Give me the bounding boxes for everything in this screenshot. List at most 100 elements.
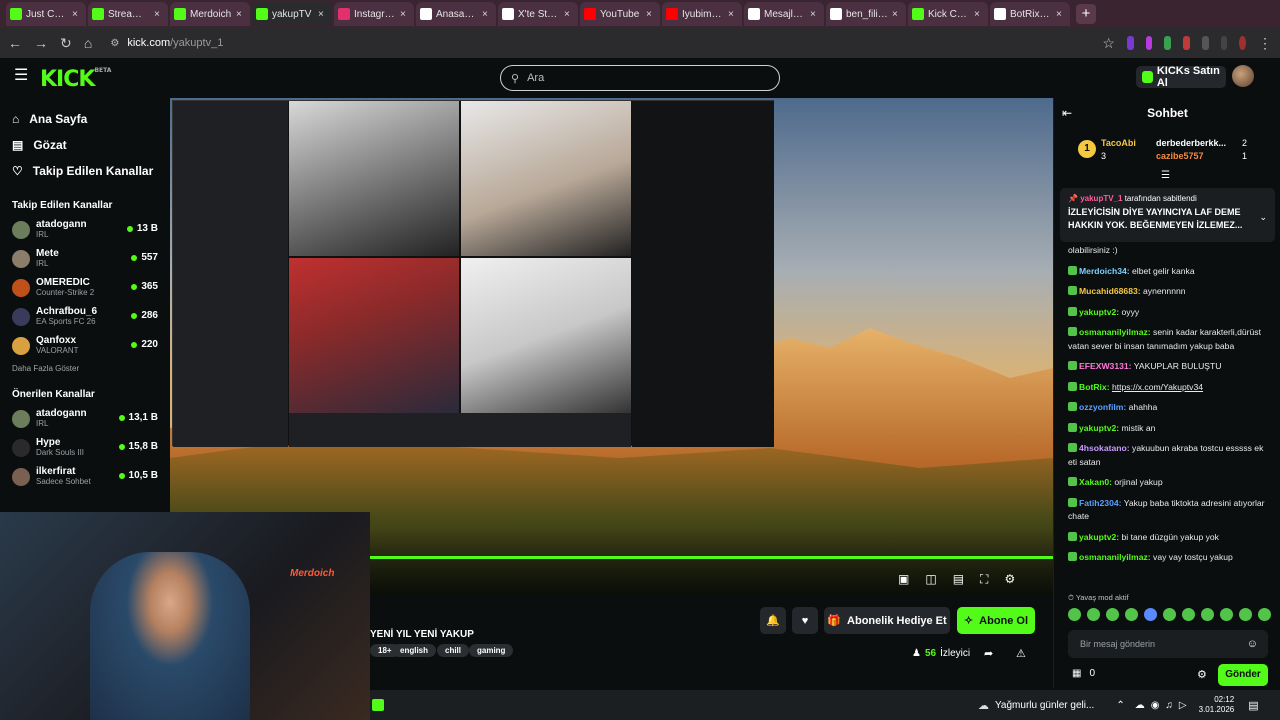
- nav-following[interactable]: ♡ Takip Edilen Kanallar: [0, 158, 170, 184]
- channel-item[interactable]: Mete IRL 557: [0, 244, 170, 273]
- channel-item[interactable]: Qanfoxx VALORANT 220: [0, 331, 170, 360]
- leaderboard-name[interactable]: cazibe5757: [1156, 151, 1204, 161]
- points-icon[interactable]: ▦: [1072, 668, 1081, 679]
- chat-settings-gear-icon[interactable]: ⚙: [1197, 668, 1207, 681]
- gift-subscription-button[interactable]: 🎁 Abonelik Hediye Et: [824, 607, 950, 634]
- chat-username[interactable]: Mucahid68683:: [1079, 286, 1141, 296]
- chat-username[interactable]: yakuptv2:: [1079, 532, 1119, 542]
- user-avatar[interactable]: [1232, 65, 1254, 87]
- show-more-link[interactable]: Daha Fazla Göster: [0, 364, 170, 373]
- leaderboard-name[interactable]: TacoAbi: [1101, 138, 1136, 148]
- close-tab-icon[interactable]: ×: [318, 9, 328, 20]
- close-tab-icon[interactable]: ×: [1056, 9, 1066, 20]
- chat-username[interactable]: Fatih2304:: [1079, 498, 1122, 508]
- channel-item[interactable]: Hype Dark Souls III 15,8 B: [0, 433, 170, 462]
- leaderboard-toggle-icon[interactable]: ☰: [1161, 170, 1170, 181]
- extension-icon[interactable]: [1145, 36, 1153, 50]
- channel-item[interactable]: atadogann IRL 13 B: [0, 215, 170, 244]
- emote-icon[interactable]: [1182, 608, 1195, 621]
- extension-icon[interactable]: [1201, 36, 1209, 50]
- notifications-bell-button[interactable]: 🔔: [760, 607, 786, 634]
- chat-username[interactable]: osmananilyilmaz:: [1079, 327, 1151, 337]
- channel-item[interactable]: Achrafbou_6 EA Sports FC 26 286: [0, 302, 170, 331]
- close-tab-icon[interactable]: ×: [646, 9, 656, 20]
- emote-icon[interactable]: [1068, 608, 1081, 621]
- site-info-icon[interactable]: ⚙: [110, 38, 119, 49]
- browser-tab[interactable]: YouTube ×: [580, 2, 660, 26]
- reload-icon[interactable]: ↻: [60, 34, 72, 52]
- browser-tab[interactable]: BotRix | S ×: [990, 2, 1070, 26]
- chat-username[interactable]: yakuptv2:: [1079, 423, 1119, 433]
- emote-icon[interactable]: [1125, 608, 1138, 621]
- tray-chevron-icon[interactable]: ⌃: [1116, 700, 1124, 711]
- channel-item[interactable]: ilkerfirat Sadece Sohbet 10,5 B: [0, 462, 170, 491]
- close-tab-icon[interactable]: ×: [728, 9, 738, 20]
- close-tab-icon[interactable]: ×: [974, 9, 984, 20]
- chat-username[interactable]: BotRix:: [1079, 382, 1110, 392]
- pinned-message[interactable]: 📌 yakupTV_1 tarafından sabitlendi İZLEYİ…: [1060, 188, 1275, 242]
- bookmark-star-icon[interactable]: ☆: [1102, 34, 1115, 52]
- weather-text[interactable]: Yağmurlu günler geli...: [995, 700, 1094, 711]
- hamburger-menu-icon[interactable]: ☰: [14, 68, 28, 84]
- chat-username[interactable]: Merdoich34:: [1079, 266, 1130, 276]
- emote-icon[interactable]: [1220, 608, 1233, 621]
- report-icon[interactable]: ⚠: [1016, 647, 1026, 660]
- menu-dots-icon[interactable]: ⋮: [1258, 34, 1272, 52]
- close-tab-icon[interactable]: ×: [482, 9, 492, 20]
- emote-icon[interactable]: [1201, 608, 1214, 621]
- emoji-picker-icon[interactable]: ☺: [1247, 630, 1258, 658]
- search-input[interactable]: ⚲ Ara: [500, 65, 780, 91]
- close-tab-icon[interactable]: ×: [72, 9, 82, 20]
- emote-icon[interactable]: [1239, 608, 1252, 621]
- chat-username[interactable]: 4hsokatano:: [1079, 443, 1130, 453]
- channel-item[interactable]: atadogann IRL 13,1 B: [0, 404, 170, 433]
- emote-icon[interactable]: [1087, 608, 1100, 621]
- close-tab-icon[interactable]: ×: [810, 9, 820, 20]
- browser-tab[interactable]: yakupTV ×: [252, 2, 332, 26]
- chat-username[interactable]: EFEXW3131:: [1079, 361, 1132, 371]
- new-tab-button[interactable]: +: [1076, 4, 1096, 24]
- browser-tab[interactable]: Just Chatt ×: [6, 2, 86, 26]
- browser-tab[interactable]: Kick Chat ×: [908, 2, 988, 26]
- profile-icon[interactable]: [1239, 36, 1246, 50]
- stream-tag[interactable]: chill: [437, 644, 470, 657]
- browser-tab[interactable]: Anasayfa / ×: [416, 2, 496, 26]
- live-progress-bar[interactable]: [370, 556, 1053, 559]
- stream-tag[interactable]: gaming: [469, 644, 514, 657]
- chat-username[interactable]: osmananilyilmaz:: [1079, 552, 1151, 562]
- browser-tab[interactable]: Merdoich ×: [170, 2, 250, 26]
- emote-icon[interactable]: [1163, 608, 1176, 621]
- send-button[interactable]: Gönder: [1218, 664, 1268, 686]
- nav-home[interactable]: ⌂ Ana Sayfa: [0, 106, 170, 132]
- fullscreen-icon[interactable]: ⛶: [980, 572, 988, 587]
- chevron-down-icon[interactable]: ⌄: [1259, 212, 1267, 223]
- chat-message-text[interactable]: https://x.com/Yakuptv34: [1112, 382, 1203, 392]
- close-tab-icon[interactable]: ×: [236, 9, 246, 20]
- channel-item[interactable]: OMEREDIC Counter-Strike 2 365: [0, 273, 170, 302]
- emote-icon[interactable]: [1106, 608, 1119, 621]
- pip-icon[interactable]: ▣: [898, 572, 909, 587]
- extension-icon[interactable]: [1164, 36, 1172, 50]
- close-tab-icon[interactable]: ×: [564, 9, 574, 20]
- theater-mode-icon[interactable]: ▤: [953, 572, 964, 587]
- clock[interactable]: 02:12 3.01.2026: [1199, 695, 1235, 715]
- emote-icon[interactable]: [1258, 608, 1271, 621]
- browser-tab[interactable]: Stream - K ×: [88, 2, 168, 26]
- extension-icon[interactable]: [1183, 36, 1190, 50]
- settings-gear-icon[interactable]: ⚙: [1004, 572, 1015, 587]
- home-icon[interactable]: ⌂: [84, 34, 93, 52]
- browser-tab[interactable]: Iyubimaya ×: [662, 2, 742, 26]
- notifications-icon[interactable]: ▤: [1248, 699, 1258, 712]
- extension-icon[interactable]: [1126, 36, 1134, 50]
- browser-tab[interactable]: Mesajlar | ×: [744, 2, 824, 26]
- chat-username[interactable]: Xakan0:: [1079, 477, 1112, 487]
- close-tab-icon[interactable]: ×: [892, 9, 902, 20]
- taskbar-app-icon[interactable]: [372, 699, 384, 711]
- browser-tab[interactable]: X'te Storm ×: [498, 2, 578, 26]
- nav-browse[interactable]: ▤ Gözat: [0, 132, 170, 158]
- leaderboard-name[interactable]: derbederberkk...: [1156, 138, 1226, 148]
- extensions-puzzle-icon[interactable]: [1220, 36, 1228, 50]
- browser-tab[interactable]: Instagram ×: [334, 2, 414, 26]
- forward-arrow-icon[interactable]: →: [34, 34, 48, 52]
- chat-username[interactable]: yakuptv2:: [1079, 307, 1119, 317]
